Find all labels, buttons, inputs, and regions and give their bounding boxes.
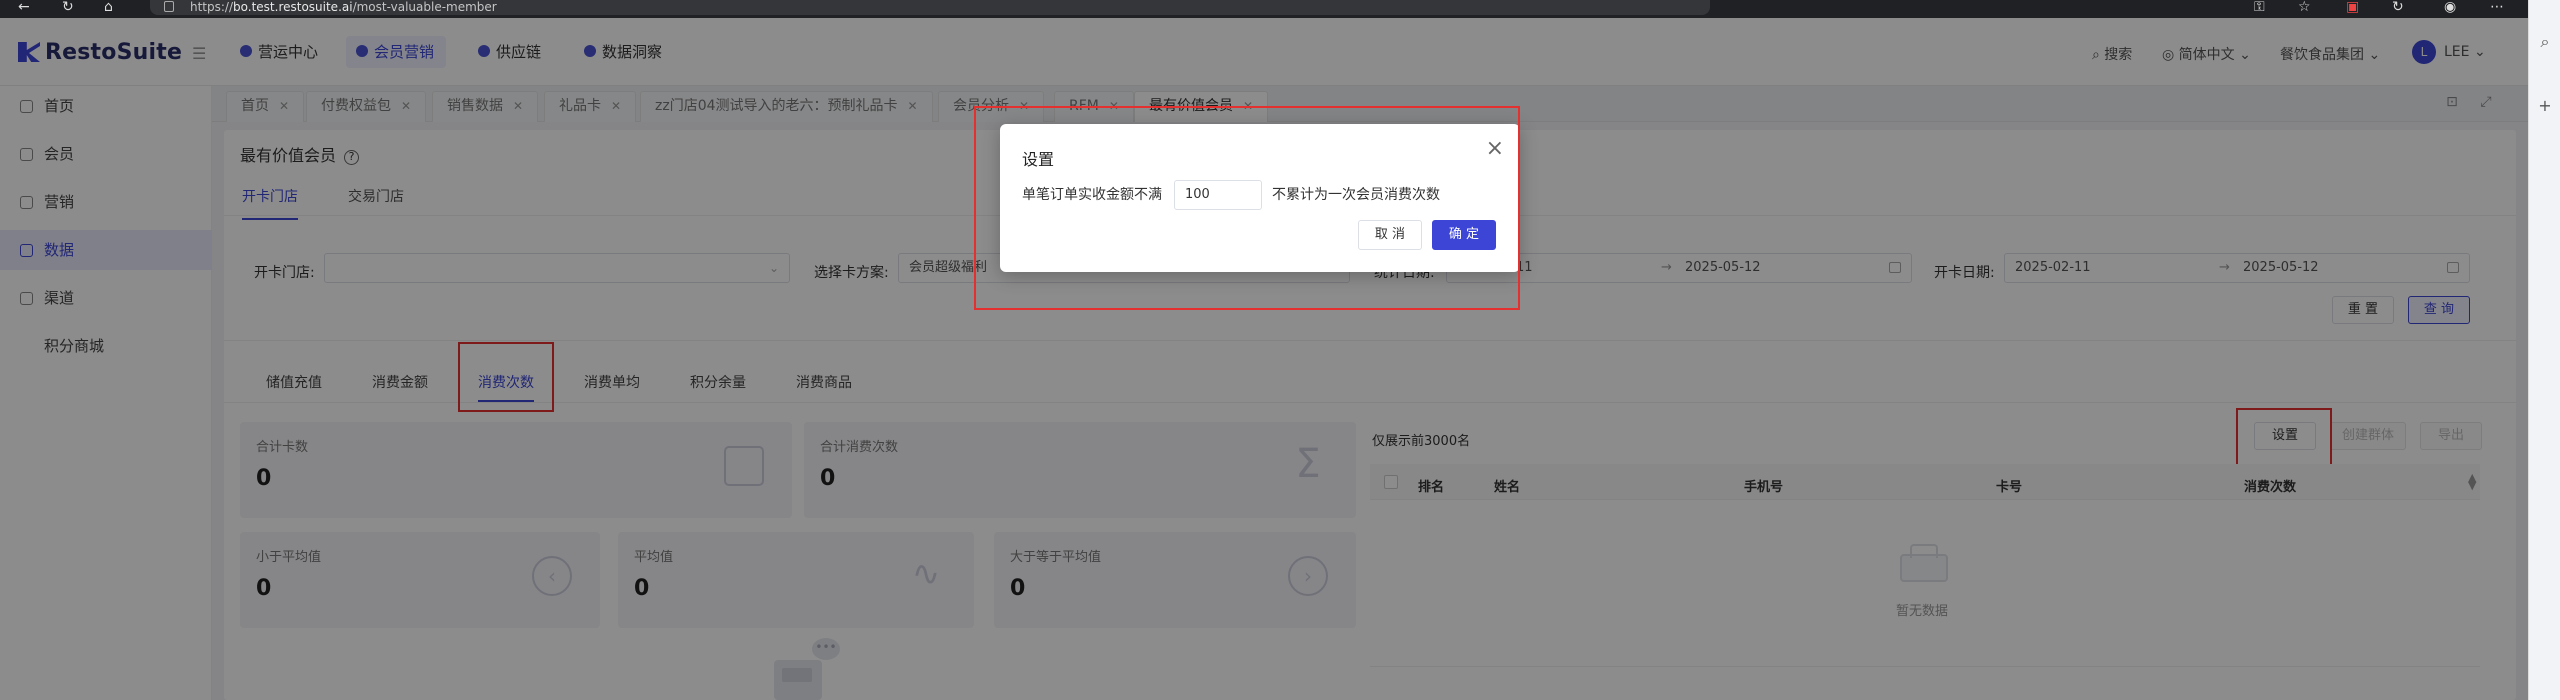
browser-menu-icon[interactable]: ⋯ bbox=[2490, 0, 2504, 15]
browser-toolbar: ← ↻ ⌂ https://bo.test.restosuite.ai/most… bbox=[0, 0, 2528, 18]
side-search-icon[interactable]: ⌕ bbox=[2529, 32, 2560, 52]
extension-icon[interactable]: ▣ bbox=[2346, 0, 2359, 15]
reload-icon[interactable]: ↻ bbox=[62, 0, 74, 15]
address-bar[interactable]: https://bo.test.restosuite.ai/most-valua… bbox=[150, 0, 1710, 15]
url-path: /most-valuable-member bbox=[352, 0, 497, 14]
key-icon[interactable]: ⚿ bbox=[2254, 0, 2265, 15]
star-icon[interactable]: ☆ bbox=[2298, 0, 2311, 15]
refresh-ext-icon[interactable]: ↻ bbox=[2392, 0, 2404, 15]
site-info-icon[interactable] bbox=[164, 1, 174, 12]
profile-icon[interactable]: ◉ bbox=[2444, 0, 2456, 15]
back-icon[interactable]: ← bbox=[18, 0, 30, 15]
browser-side-panel: ⌕ + bbox=[2528, 0, 2560, 700]
side-add-icon[interactable]: + bbox=[2529, 96, 2560, 115]
url-prefix: https:// bbox=[190, 0, 234, 14]
home-icon[interactable]: ⌂ bbox=[104, 0, 113, 15]
highlight-dialog bbox=[974, 106, 1520, 310]
url-host: bo.test.restosuite.ai bbox=[233, 0, 353, 14]
